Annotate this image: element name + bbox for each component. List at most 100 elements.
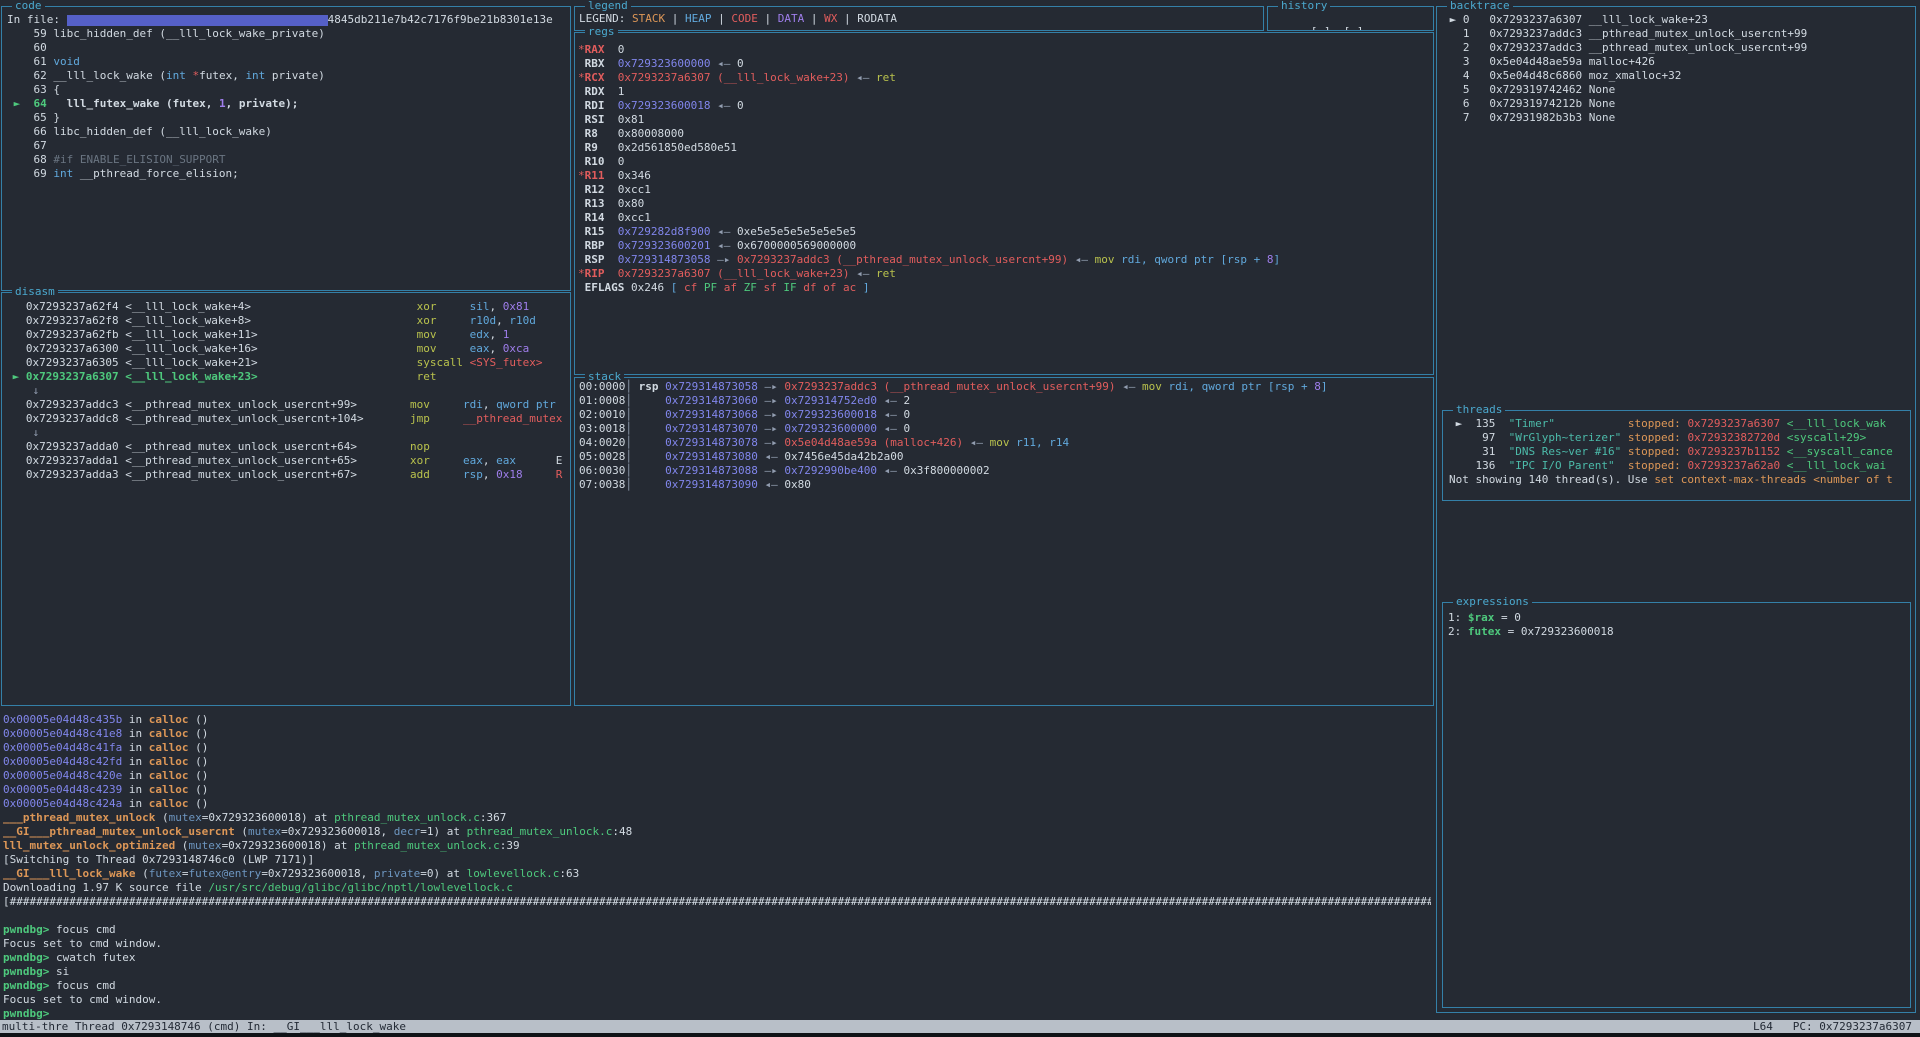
disasm-line: 0x7293237a6305 <__lll_lock_wake+21> sysc… — [6, 356, 570, 370]
source-line: 69 int __pthread_force_elision; — [7, 167, 570, 181]
panel-registers[interactable]: regs *RAX 0 RBX 0x729323600000 ◂— 0*RCX … — [574, 32, 1434, 375]
threads-content: ► 135 "Timer" stopped: 0x7293237a6307 <_… — [1443, 411, 1910, 500]
stack-row: 05:0028│ 0x729314873080 ◂— 0x7456e45da42… — [579, 450, 1433, 464]
register-row: R14 0xcc1 — [578, 211, 1433, 225]
backtrace-frame: 4 0x5e04d48c6860 moz_xmalloc+32 — [1443, 69, 1915, 83]
console-line: 0x00005e04d48c424a in calloc () — [3, 797, 1431, 811]
source-line: 61 void — [7, 55, 570, 69]
register-row: RDX 1 — [578, 85, 1433, 99]
console-line: pwndbg> cwatch futex — [3, 951, 1431, 965]
register-row: R10 0 — [578, 155, 1433, 169]
disasm-line: 0x7293237a62f4 <__lll_lock_wake+4> xor s… — [6, 300, 570, 314]
register-row: R13 0x80 — [578, 197, 1433, 211]
register-row: R15 0x729282d8f900 ◂— 0xe5e5e5e5e5e5e5e5 — [578, 225, 1433, 239]
panel-expressions[interactable]: expressions 1: $rax = 02: futex = 0x7293… — [1442, 602, 1911, 1008]
stack-row: 04:0020│ 0x729314873078 —▸ 0x5e04d48ae59… — [579, 436, 1433, 450]
backtrace-frame: 7 0x72931982b3b3 None — [1443, 111, 1915, 125]
status-bar: multi-thre Thread 0x7293148746 (cmd) In:… — [0, 1020, 1920, 1033]
console-line — [3, 909, 1431, 923]
disasm-line: 0x7293237a6300 <__lll_lock_wake+16> mov … — [6, 342, 570, 356]
disasm-line: 0x7293237adda3 <__pthread_mutex_unlock_u… — [6, 468, 570, 482]
register-row: R8 0x80008000 — [578, 127, 1433, 141]
register-row: RBP 0x729323600201 ◂— 0x6700000569000000 — [578, 239, 1433, 253]
history-back-button[interactable]: [←] — [1311, 25, 1331, 30]
register-row: RDI 0x729323600018 ◂— 0 — [578, 99, 1433, 113]
console-line: 0x00005e04d48c41e8 in calloc () — [3, 727, 1431, 741]
console-line: __GI___pthread_mutex_unlock_usercnt (mut… — [3, 825, 1431, 839]
disasm-line: 0x7293237addc3 <__pthread_mutex_unlock_u… — [6, 398, 570, 412]
console-line: Focus set to cmd window. — [3, 993, 1431, 1007]
pwndbg-terminal: code In file: 4845db211e7b42c7176f9be21b… — [0, 0, 1920, 1037]
source-line: In file: 4845db211e7b42c7176f9be21b8301e… — [7, 13, 570, 27]
register-row: *RIP 0x7293237a6307 (__lll_lock_wake+23)… — [578, 267, 1433, 281]
backtrace-frame: 2 0x7293237addc3 __pthread_mutex_unlock_… — [1443, 41, 1915, 55]
console-line: __GI___lll_lock_wake (futex=futex@entry=… — [3, 867, 1431, 881]
stack-row: 00:0000│ rsp 0x729314873058 —▸ 0x7293237… — [579, 380, 1433, 394]
source-line: 66 libc_hidden_def (__lll_lock_wake) — [7, 125, 570, 139]
console-line: 0x00005e04d48c42fd in calloc () — [3, 755, 1431, 769]
panel-history[interactable]: history [←][→] — [1267, 6, 1434, 31]
console-line: Focus set to cmd window. — [3, 937, 1431, 951]
redacted-filename — [67, 15, 328, 26]
console-line: 0x00005e04d48c41fa in calloc () — [3, 741, 1431, 755]
stack-row: 06:0030│ 0x729314873088 —▸ 0x7292990be40… — [579, 464, 1433, 478]
console-line: Downloading 1.97 K source file /usr/src/… — [3, 881, 1431, 895]
register-row: EFLAGS 0x246 [ cf PF af ZF sf IF df of a… — [578, 281, 1433, 295]
register-row: *R11 0x346 — [578, 169, 1433, 183]
disasm-line: ↓ — [6, 426, 570, 440]
disasm-line: 0x7293237adda0 <__pthread_mutex_unlock_u… — [6, 440, 570, 454]
command-output[interactable]: 0x00005e04d48c435b in calloc ()0x00005e0… — [1, 708, 1431, 1020]
panel-threads[interactable]: threads ► 135 "Timer" stopped: 0x7293237… — [1442, 410, 1911, 501]
console-line: [Switching to Thread 0x7293148746c0 (LWP… — [3, 853, 1431, 867]
register-row: RSI 0x81 — [578, 113, 1433, 127]
backtrace-frame: 3 0x5e04d48ae59a malloc+426 — [1443, 55, 1915, 69]
status-right-text: L64 PC: 0x7293237a6307 — [1753, 1020, 1912, 1033]
console-line: 0x00005e04d48c420e in calloc () — [3, 769, 1431, 783]
source-line: ► 64 lll_futex_wake (futex, 1, private); — [7, 97, 570, 111]
expressions-content: 1: $rax = 02: futex = 0x729323600018 — [1443, 603, 1910, 1007]
expression-row: 2: futex = 0x729323600018 — [1448, 625, 1910, 639]
panel-code[interactable]: code In file: 4845db211e7b42c7176f9be21b… — [1, 6, 571, 291]
console-line: 0x00005e04d48c435b in calloc () — [3, 713, 1431, 727]
backtrace-frame: 5 0x729319742462 None — [1443, 83, 1915, 97]
regs-content: *RAX 0 RBX 0x729323600000 ◂— 0*RCX 0x729… — [575, 33, 1433, 374]
stack-row: 07:0038│ 0x729314873090 ◂— 0x80 — [579, 478, 1433, 492]
thread-row: Not showing 140 thread(s). Use set conte… — [1449, 473, 1910, 487]
backtrace-frame: 6 0x72931974212b None — [1443, 97, 1915, 111]
console-line: 0x00005e04d48c4239 in calloc () — [3, 783, 1431, 797]
register-row: RBX 0x729323600000 ◂— 0 — [578, 57, 1433, 71]
console-line: pwndbg> si — [3, 965, 1431, 979]
panel-disassembly[interactable]: disasm 0x7293237a62f4 <__lll_lock_wake+4… — [1, 292, 571, 706]
source-line: 62 __lll_lock_wake (int *futex, int priv… — [7, 69, 570, 83]
register-row: R12 0xcc1 — [578, 183, 1433, 197]
disasm-line: ► 0x7293237a6307 <__lll_lock_wake+23> re… — [6, 370, 570, 384]
console-line: [#######################################… — [3, 895, 1431, 909]
stack-row: 03:0018│ 0x729314873070 —▸ 0x72932360000… — [579, 422, 1433, 436]
thread-row: 97 "WrGlyph~terizer" stopped: 0x72932382… — [1449, 431, 1910, 445]
disasm-line: ↓ — [6, 384, 570, 398]
console-line: pwndbg> focus cmd — [3, 923, 1431, 937]
stack-row: 01:0008│ 0x729314873060 —▸ 0x729314752ed… — [579, 394, 1433, 408]
history-forward-button[interactable]: [→] — [1344, 25, 1364, 30]
console-line: ___pthread_mutex_unlock (mutex=0x7293236… — [3, 811, 1431, 825]
panel-stack[interactable]: stack 00:0000│ rsp 0x729314873058 —▸ 0x7… — [574, 377, 1434, 706]
disasm-line: 0x7293237a62fb <__lll_lock_wake+11> mov … — [6, 328, 570, 342]
register-row: RSP 0x729314873058 —▸ 0x7293237addc3 (__… — [578, 253, 1433, 267]
console-line: pwndbg> — [3, 1007, 1431, 1020]
legend-content: LEGEND: STACK | HEAP | CODE | DATA | WX … — [575, 7, 1263, 30]
panel-legend[interactable]: legend LEGEND: STACK | HEAP | CODE | DAT… — [574, 6, 1264, 31]
disasm-content: 0x7293237a62f4 <__lll_lock_wake+4> xor s… — [2, 293, 570, 705]
stack-content: 00:0000│ rsp 0x729314873058 —▸ 0x7293237… — [575, 378, 1433, 705]
register-row: *RCX 0x7293237a6307 (__lll_lock_wake+23)… — [578, 71, 1433, 85]
thread-row: 31 "DNS Res~ver #16" stopped: 0x7293237b… — [1449, 445, 1910, 459]
legend-line: LEGEND: STACK | HEAP | CODE | DATA | WX … — [579, 12, 1263, 26]
source-line: 65 } — [7, 111, 570, 125]
thread-row: 136 "IPC I/O Parent" stopped: 0x7293237a… — [1449, 459, 1910, 473]
source-line: 59 libc_hidden_def (__lll_lock_wake_priv… — [7, 27, 570, 41]
source-line: 60 — [7, 41, 570, 55]
register-row: *RAX 0 — [578, 43, 1433, 57]
source-line: 67 — [7, 139, 570, 153]
console-line: pwndbg> focus cmd — [3, 979, 1431, 993]
console-line: lll_mutex_unlock_optimized (mutex=0x7293… — [3, 839, 1431, 853]
source-line: 68 #if ENABLE_ELISION_SUPPORT — [7, 153, 570, 167]
